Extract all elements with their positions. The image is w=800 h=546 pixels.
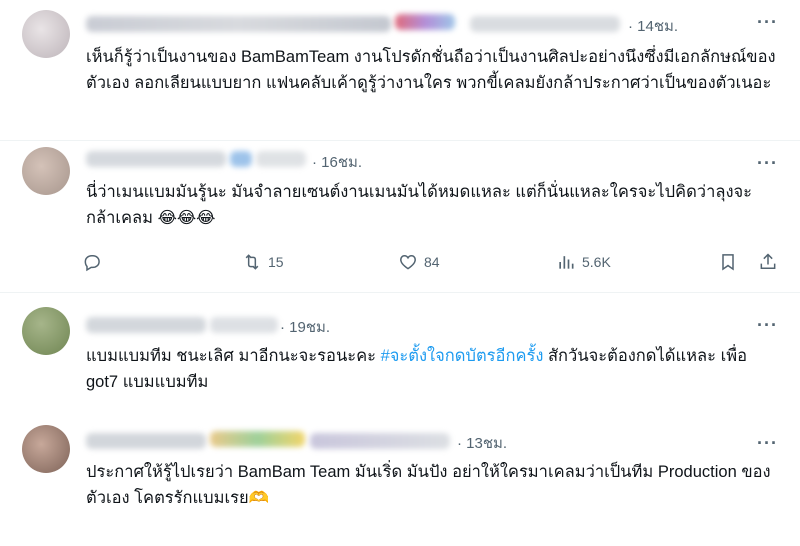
bookmark-button[interactable]	[718, 252, 738, 272]
blurred-username	[86, 16, 391, 32]
reply-3[interactable]: · 19ชม. ··· แบมแบมทีม ชนะเลิศ มาอีกนะจะร…	[0, 293, 800, 421]
timestamp[interactable]: · 14ชม.	[628, 14, 678, 38]
bookmark-icon	[722, 254, 734, 271]
timestamp[interactable]: · 13ชม.	[457, 431, 507, 455]
hashtag-link[interactable]: #จะตั้งใจกดบัตรอีกครั้ง	[381, 347, 544, 365]
blurred-badge	[230, 151, 252, 167]
reply-button[interactable]	[82, 252, 108, 272]
heart-icon	[400, 254, 416, 270]
blurred-handle	[310, 433, 450, 449]
reply-text-start: แบมแบมทีม ชนะเลิศ มาอีกนะจะรอนะคะ	[86, 347, 381, 365]
more-icon[interactable]: ···	[757, 433, 778, 454]
blurred-username	[86, 151, 226, 167]
reply-text: ประกาศให้รู้ไปเรยว่า BamBam Team มันเริ่…	[86, 463, 771, 507]
timestamp-text[interactable]: 13ชม.	[466, 435, 507, 452]
blurred-emoji	[210, 431, 305, 447]
timestamp[interactable]: · 16ชม.	[312, 150, 362, 174]
timestamp-text[interactable]: 14ชม.	[637, 18, 678, 35]
retweet-icon	[245, 254, 259, 270]
reply-text: นี่ว่าเมนแบมมันรู้นะ มันจำลายเซนต์งานเมน…	[86, 183, 753, 227]
reply-text: เห็นก็รู้ว่าเป็นงานของ BamBamTeam งานโปร…	[86, 48, 776, 92]
action-bar: 15 84 5.6K	[80, 252, 780, 278]
retweet-count: 15	[268, 254, 284, 270]
blurred-username	[86, 433, 206, 449]
reply-1[interactable]: · 14ชม. ··· เห็นก็รู้ว่าเป็นงานของ BamBa…	[0, 0, 800, 140]
blurred-emoji	[395, 14, 455, 30]
avatar[interactable]	[22, 10, 70, 58]
timestamp[interactable]: · 19ชม.	[280, 315, 330, 339]
reply-4[interactable]: · 13ชม. ··· ประกาศให้รู้ไปเรยว่า BamBam …	[0, 421, 800, 546]
views-button[interactable]: 5.6K	[556, 252, 611, 272]
more-icon[interactable]: ···	[757, 315, 778, 336]
like-count: 84	[424, 254, 440, 270]
avatar[interactable]	[22, 425, 70, 473]
avatar[interactable]	[22, 307, 70, 355]
blurred-handle	[470, 16, 620, 32]
retweet-button[interactable]: 15	[242, 252, 284, 272]
reply-icon	[84, 255, 100, 272]
view-count: 5.6K	[582, 254, 611, 270]
views-icon	[559, 256, 574, 269]
more-icon[interactable]: ···	[757, 153, 778, 174]
share-button[interactable]	[758, 252, 778, 272]
blurred-handle	[210, 317, 278, 333]
reply-text: แบมแบมทีม ชนะเลิศ มาอีกนะจะรอนะคะ #จะตั้…	[86, 343, 776, 395]
blurred-username	[86, 317, 206, 333]
more-icon[interactable]: ···	[757, 12, 778, 33]
timestamp-text[interactable]: 19ชม.	[289, 319, 330, 336]
timestamp-text[interactable]: 16ชม.	[321, 154, 362, 171]
like-button[interactable]: 84	[398, 252, 440, 272]
blurred-handle	[256, 151, 306, 167]
avatar[interactable]	[22, 147, 70, 195]
share-icon	[760, 253, 776, 269]
